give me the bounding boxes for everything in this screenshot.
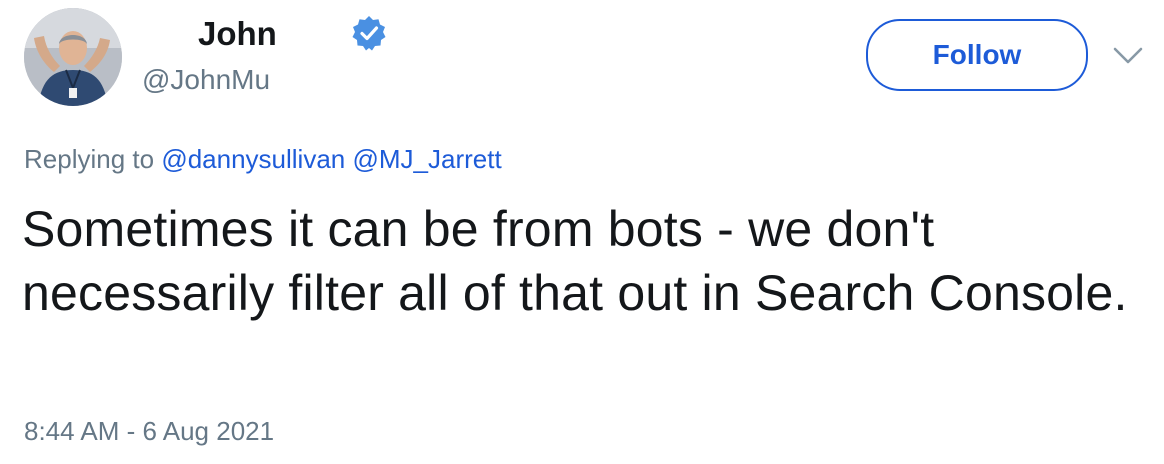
- tweet-card: John @JohnMu Follow Replying to @dannysu…: [0, 0, 1164, 464]
- avatar[interactable]: [24, 8, 122, 106]
- avatar-image: [24, 8, 122, 106]
- chevron-down-icon[interactable]: [1112, 42, 1144, 68]
- mention-link-mj-jarrett[interactable]: @MJ_Jarrett: [353, 144, 502, 174]
- follow-button[interactable]: Follow: [866, 19, 1088, 91]
- author-handle[interactable]: @JohnMu: [142, 62, 270, 98]
- author-display-name[interactable]: John: [198, 14, 277, 54]
- verified-badge-icon: [351, 15, 387, 51]
- mention-link-dannysullivan[interactable]: @dannysullivan: [161, 144, 345, 174]
- tweet-text: Sometimes it can be from bots - we don't…: [22, 201, 1128, 321]
- replying-to-line: Replying to @dannysullivan @MJ_Jarrett: [24, 142, 502, 176]
- tweet-timestamp[interactable]: 8:44 AM - 6 Aug 2021: [24, 414, 274, 448]
- replying-to-label: Replying to: [24, 144, 155, 174]
